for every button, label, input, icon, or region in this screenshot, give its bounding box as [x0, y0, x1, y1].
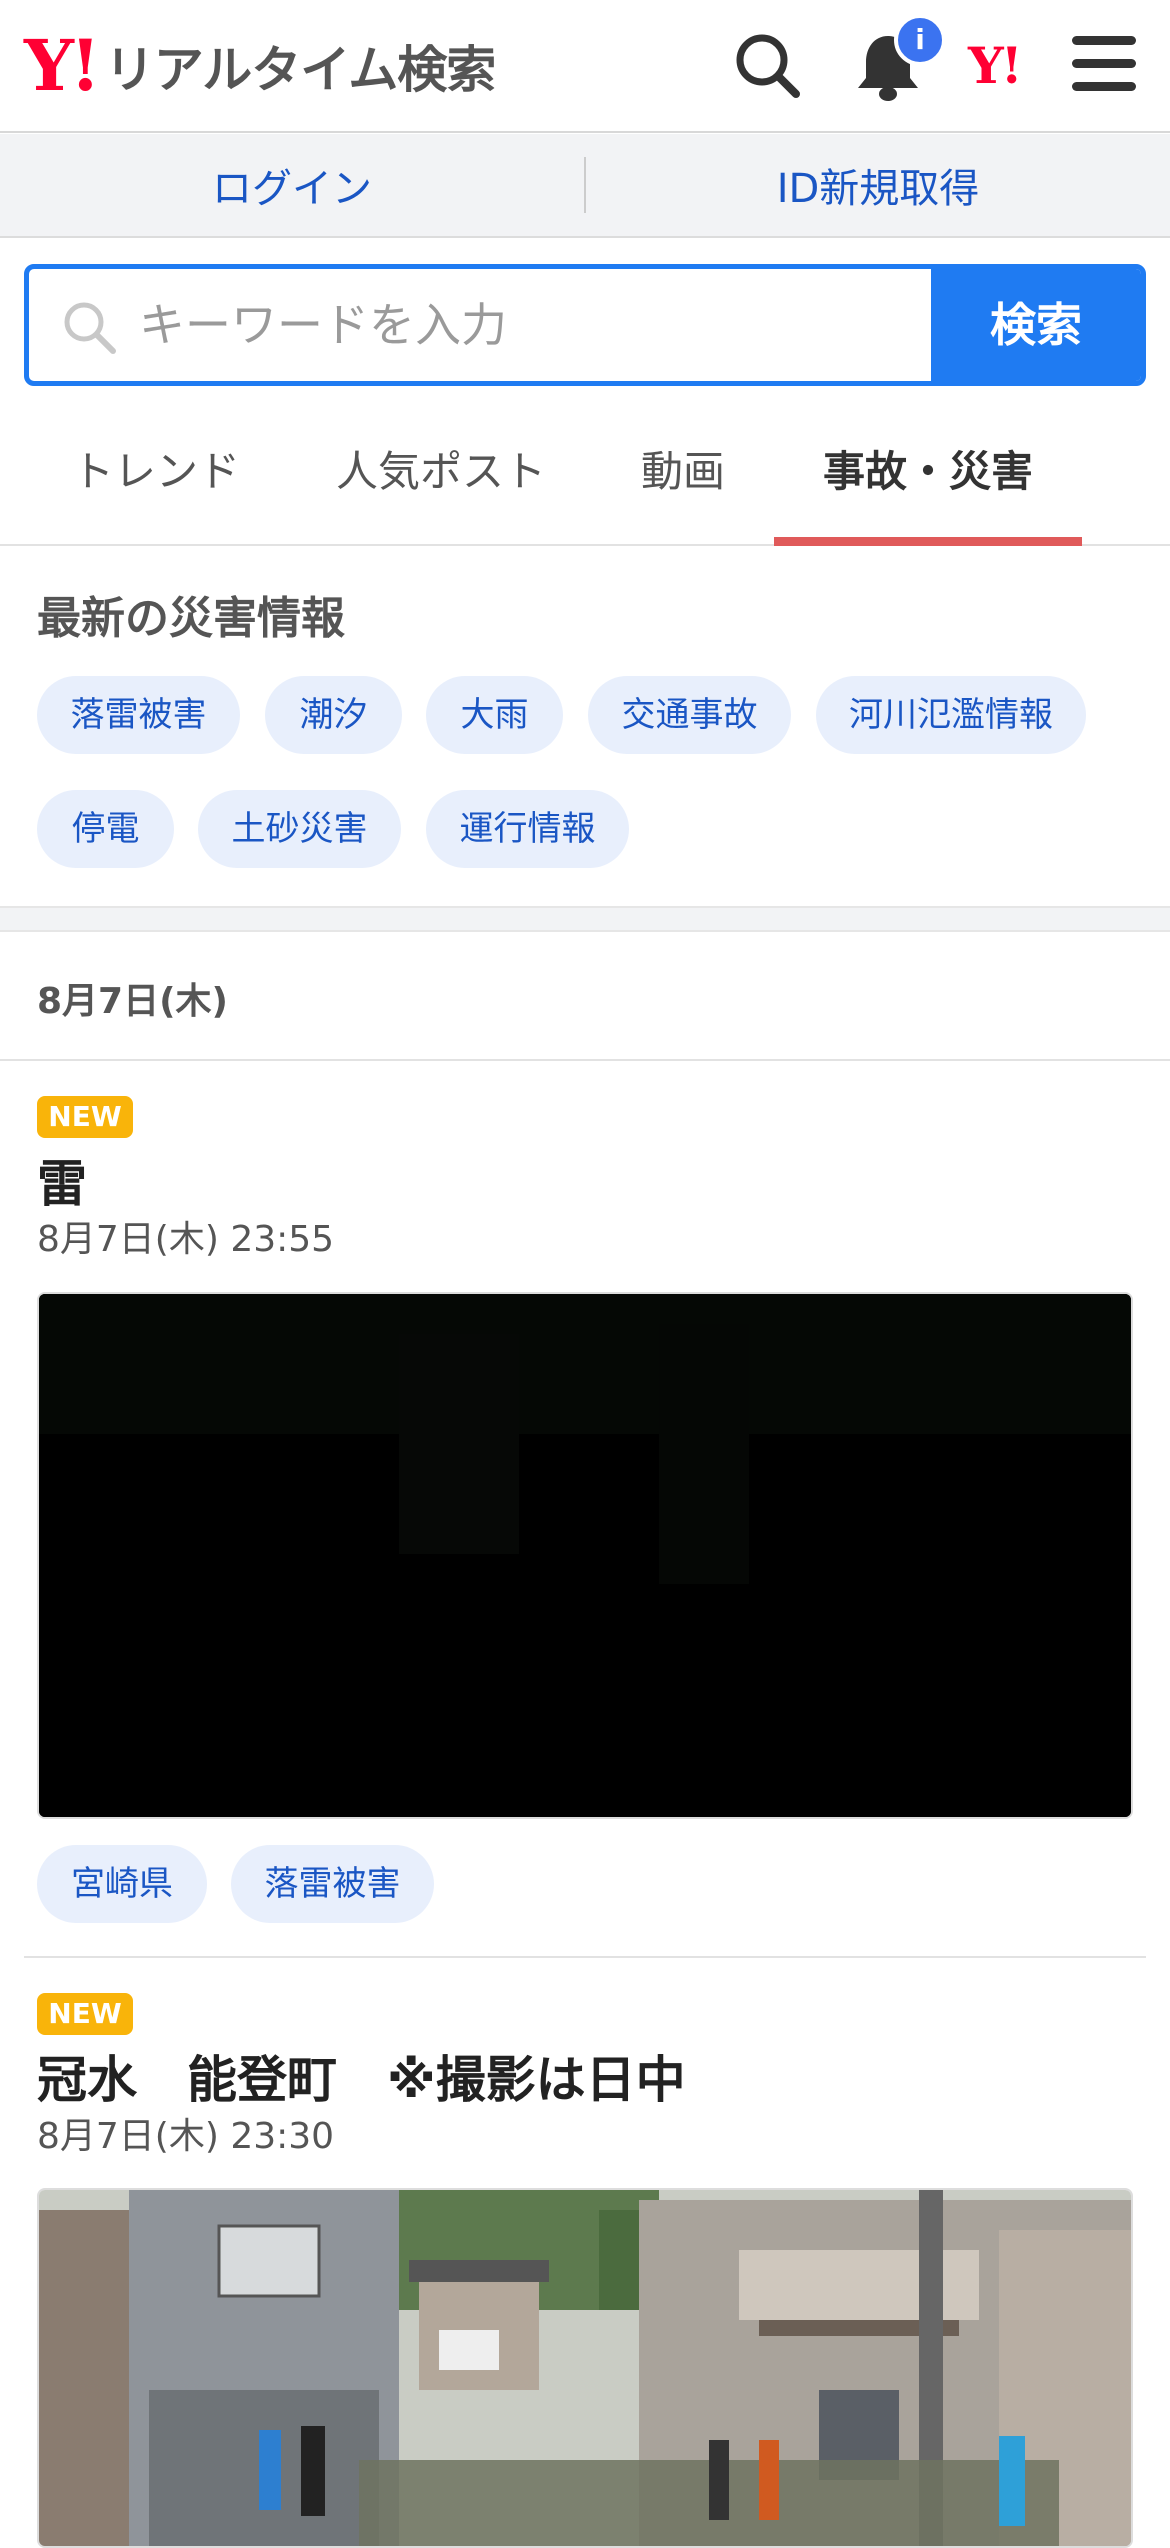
chip-power-outage[interactable]: 停電 — [37, 790, 174, 868]
logo-text: リアルタイム検索 — [104, 41, 496, 99]
search-icon[interactable] — [730, 28, 806, 104]
tag-lightning-damage[interactable]: 落雷被害 — [231, 1845, 434, 1923]
post-timestamp: 8月7日(木) 23:30 — [37, 2116, 335, 2157]
post-photo[interactable] — [37, 2188, 1133, 2548]
disaster-section-title: 最新の災害情報 — [37, 593, 345, 644]
register-link[interactable]: ID新規取得 — [586, 156, 1170, 214]
app-header: Y! リアルタイム検索 i Y! — [0, 0, 1170, 133]
login-link[interactable]: ログイン — [0, 156, 584, 214]
tab-popular-posts[interactable]: 人気ポスト — [316, 412, 566, 546]
post-timestamp: 8月7日(木) 23:55 — [37, 1219, 335, 1260]
chip-tide[interactable]: 潮汐 — [265, 676, 402, 754]
tab-trend[interactable]: トレンド — [40, 412, 272, 546]
chip-landslide[interactable]: 土砂災害 — [198, 790, 401, 868]
date-divider — [0, 1059, 1170, 1061]
video-thumbnail — [39, 1294, 1131, 1817]
post-divider — [24, 1956, 1146, 1958]
post-title[interactable]: 雷 — [37, 1144, 87, 1216]
search-field-icon — [64, 302, 116, 354]
tag-miyazaki[interactable]: 宮崎県 — [37, 1845, 207, 1923]
hamburger-menu-icon[interactable] — [1072, 36, 1136, 92]
yahoo-logo-mark: Y! — [24, 24, 101, 107]
post-video[interactable] — [37, 1292, 1133, 1819]
feed-date-header: 8月7日(木) — [37, 981, 229, 1022]
post-title[interactable]: 冠水 能登町 ※撮影は日中 — [37, 2040, 686, 2112]
search-bar: 検索 — [24, 264, 1146, 386]
chip-traffic-accident[interactable]: 交通事故 — [588, 676, 791, 754]
tab-accidents-disasters[interactable]: 事故・災害 — [774, 412, 1082, 546]
search-button[interactable]: 検索 — [931, 269, 1141, 381]
chip-heavy-rain[interactable]: 大雨 — [426, 676, 563, 754]
tab-videos[interactable]: 動画 — [612, 412, 754, 546]
login-bar: ログイン ID新規取得 — [0, 134, 1170, 238]
new-badge: NEW — [37, 1096, 133, 1138]
search-input[interactable] — [139, 269, 939, 381]
new-badge: NEW — [37, 1993, 133, 2035]
yahoo-japan-icon[interactable]: Y! — [968, 36, 1023, 95]
flooded-street-photo — [39, 2190, 1131, 2546]
chip-river-flood[interactable]: 河川氾濫情報 — [816, 676, 1086, 754]
yahoo-realtime-logo[interactable]: Y! リアルタイム検索 — [24, 24, 496, 107]
chip-service-info[interactable]: 運行情報 — [426, 790, 629, 868]
chip-lightning-damage[interactable]: 落雷被害 — [37, 676, 240, 754]
section-divider — [0, 906, 1170, 932]
category-tabs: トレンド 人気ポスト 動画 事故・災害 — [0, 412, 1170, 546]
notification-badge[interactable]: i — [894, 14, 946, 66]
